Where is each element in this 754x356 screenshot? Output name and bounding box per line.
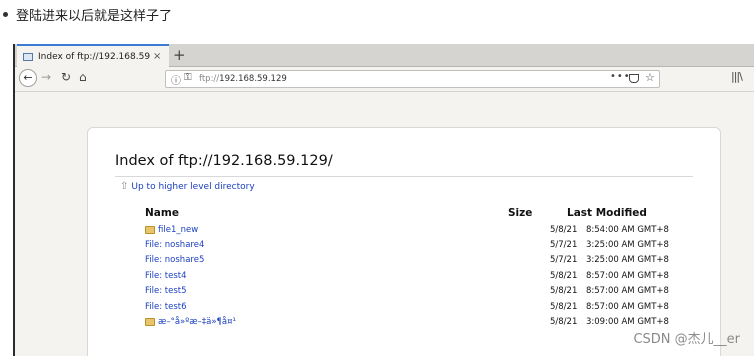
entry-link[interactable]: File: noshare4	[145, 240, 204, 250]
listing-row: File: test4 5/8/21 8:57:00 AM GMT+8	[145, 271, 685, 285]
entry-time: 8:57:00 AM GMT+8	[586, 271, 669, 281]
folder-icon	[145, 318, 155, 326]
up-directory-label: Up to higher level directory	[131, 181, 255, 192]
column-header-last-modified[interactable]: Last Modified	[567, 207, 647, 219]
entry-date: 5/8/21	[550, 271, 578, 281]
listing-row: File: noshare4 5/7/21 3:25:00 AM GMT+8	[145, 240, 685, 254]
column-header-name[interactable]: Name	[145, 207, 179, 219]
home-button[interactable]: ⌂	[79, 70, 87, 84]
browser-window: Index of ftp://192.168.59 × + ← → ↻ ⌂ ⓘ …	[13, 44, 754, 356]
entry-name: File: noshare4	[145, 240, 205, 250]
entry-date: 5/7/21	[550, 240, 578, 250]
close-tab-icon[interactable]: ×	[153, 51, 161, 62]
directory-listing-card: Index of ftp://192.168.59.129/ ⇧ Up to h…	[87, 127, 721, 356]
bullet-dot	[3, 11, 8, 17]
url-scheme: ftp://	[199, 74, 220, 84]
url-host: 192.168.59.129	[219, 74, 287, 84]
entry-name: File: test5	[145, 286, 187, 296]
entry-time: 8:57:00 AM GMT+8	[586, 302, 669, 312]
reload-button[interactable]: ↻	[61, 70, 71, 84]
up-directory-link[interactable]: ⇧ Up to higher level directory	[120, 181, 255, 192]
page-content: Index of ftp://192.168.59.129/ ⇧ Up to h…	[15, 92, 754, 356]
entry-date: 5/8/21	[550, 302, 578, 312]
url-bar[interactable]: ⓘ ⚿ ftp://192.168.59.129 ••• ☆	[165, 70, 660, 88]
page-actions-icon[interactable]: •••	[610, 71, 631, 82]
nav-bar: ← → ↻ ⌂ ⓘ ⚿ ftp://192.168.59.129 ••• ☆ |…	[15, 67, 754, 92]
column-header-size[interactable]: Size	[508, 207, 532, 219]
entry-link[interactable]: File: test6	[145, 302, 187, 312]
back-button[interactable]: ←	[19, 69, 37, 87]
entry-date: 5/8/21	[550, 286, 578, 296]
pocket-icon[interactable]	[629, 74, 639, 83]
entry-time: 3:09:00 AM GMT+8	[586, 317, 669, 327]
up-arrow-icon: ⇧	[120, 181, 129, 192]
key-icon[interactable]: ⚿	[184, 72, 192, 83]
note-text: 登陆进来以后就是这样子了	[16, 8, 173, 24]
page-favicon-icon	[23, 52, 33, 61]
entry-date: 5/8/21	[550, 225, 578, 235]
tab-ftp-index[interactable]: Index of ftp://192.168.59 ×	[17, 44, 169, 67]
watermark: CSDN @杰儿__er	[633, 332, 740, 347]
entry-name: File: noshare5	[145, 255, 205, 265]
entry-name: æ–°å»ºæ–‡ä»¶å¤¹	[158, 317, 236, 327]
tab-title: Index of ftp://192.168.59	[38, 51, 150, 62]
entry-link[interactable]: æ–°å»ºæ–‡ä»¶å¤¹	[145, 317, 236, 327]
entry-time: 8:54:00 AM GMT+8	[586, 225, 669, 235]
listing-row: File: noshare5 5/7/21 3:25:00 AM GMT+8	[145, 255, 685, 269]
bookmark-star-icon[interactable]: ☆	[645, 71, 655, 84]
info-icon[interactable]: ⓘ	[171, 72, 181, 87]
new-tab-button[interactable]: +	[173, 46, 186, 64]
library-icon[interactable]: |||\	[731, 70, 743, 83]
listing-row: æ–°å»ºæ–‡ä»¶å¤¹ 5/8/21 3:09:00 AM GMT+8	[145, 317, 685, 331]
note-line: 登陆进来以后就是这样子了	[0, 4, 172, 24]
entry-name: File: test6	[145, 302, 187, 312]
listing-row: File: test6 5/8/21 8:57:00 AM GMT+8	[145, 302, 685, 316]
entry-link[interactable]: File: test4	[145, 271, 187, 281]
entry-time: 8:57:00 AM GMT+8	[586, 286, 669, 296]
entry-time: 3:25:00 AM GMT+8	[586, 240, 669, 250]
url-text[interactable]: ftp://192.168.59.129	[199, 74, 287, 84]
entry-date: 5/7/21	[550, 255, 578, 265]
folder-icon	[145, 226, 155, 234]
entry-time: 3:25:00 AM GMT+8	[586, 255, 669, 265]
entry-link[interactable]: file1_new	[145, 225, 198, 235]
forward-button[interactable]: →	[41, 70, 51, 84]
page-title: Index of ftp://192.168.59.129/	[115, 153, 333, 169]
tab-strip: Index of ftp://192.168.59 × +	[15, 44, 754, 67]
entry-name: file1_new	[158, 225, 199, 235]
listing-row: File: test5 5/8/21 8:57:00 AM GMT+8	[145, 286, 685, 300]
entry-link[interactable]: File: test5	[145, 286, 187, 296]
title-divider	[115, 176, 693, 177]
entry-name: File: test4	[145, 271, 187, 281]
entry-date: 5/8/21	[550, 317, 578, 327]
listing-row: file1_new 5/8/21 8:54:00 AM GMT+8	[145, 225, 685, 239]
entry-link[interactable]: File: noshare5	[145, 255, 204, 265]
